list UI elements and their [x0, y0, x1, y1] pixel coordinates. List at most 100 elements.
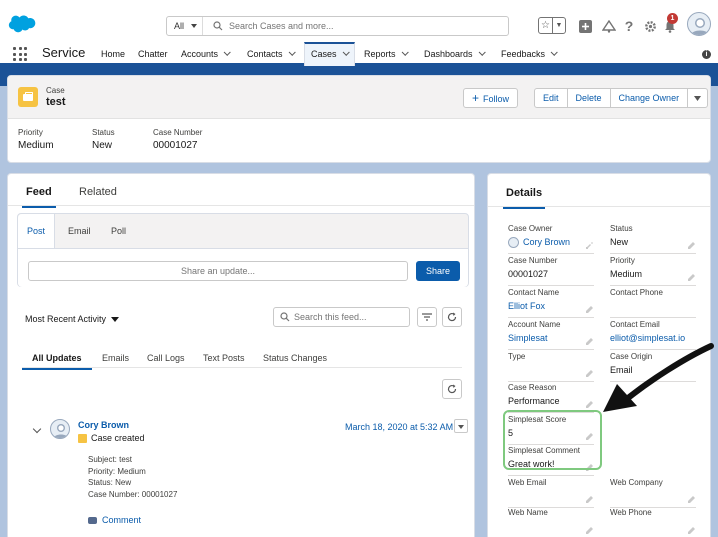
refresh-posts-button[interactable] [442, 379, 462, 399]
chevron-down-icon[interactable] [32, 424, 42, 434]
follow-button[interactable]: + Follow [464, 89, 517, 107]
tab-details[interactable]: Details [502, 187, 546, 209]
info-icon[interactable]: i [702, 50, 711, 59]
edit-pencil-icon[interactable] [688, 273, 696, 281]
post-actions-dropdown[interactable] [454, 419, 468, 433]
nav-item-label: Contacts [247, 49, 283, 59]
trailhead-icon[interactable] [600, 17, 618, 35]
filter-tab-emails[interactable]: Emails [102, 353, 129, 363]
divider [22, 367, 462, 368]
nav-item-home[interactable]: Home [101, 42, 125, 66]
nav-item-cases[interactable]: Cases [304, 42, 355, 66]
post-detail-line: Case Number: 00001027 [88, 489, 178, 499]
chevron-down-icon[interactable] [401, 48, 409, 56]
edit-pencil-icon[interactable] [586, 369, 594, 377]
sort-dropdown[interactable]: Most Recent Activity [25, 314, 120, 324]
chevron-down-icon[interactable] [223, 48, 231, 56]
annotation-arrow-icon [603, 343, 714, 412]
change-owner-button[interactable]: Change Owner [611, 89, 689, 107]
edit-pencil-icon[interactable] [586, 495, 594, 503]
publisher-tab-email[interactable]: Email [68, 226, 91, 236]
nav-item-accounts[interactable]: Accounts [181, 42, 231, 66]
field-value: Performance [508, 396, 560, 406]
field-account-name: Account Name Simplesat [508, 320, 594, 350]
gear-icon[interactable] [641, 17, 659, 35]
nav-item-contacts[interactable]: Contacts [247, 42, 296, 66]
nav-item-reports[interactable]: Reports [364, 42, 409, 66]
filter-tab-text-posts[interactable]: Text Posts [203, 353, 245, 363]
nav-item-dashboards[interactable]: Dashboards [424, 42, 486, 66]
favorites-dropdown-icon[interactable]: ▼ [553, 22, 565, 29]
contact-name-link[interactable]: Elliot Fox [508, 301, 594, 311]
post-timestamp-link[interactable]: March 18, 2020 at 5:32 AM [345, 422, 453, 432]
follow-button-group: + Follow [463, 88, 519, 108]
search-scope-select[interactable]: All [167, 17, 203, 35]
chevron-down-icon[interactable] [342, 48, 350, 56]
user-avatar[interactable] [687, 12, 711, 36]
chevron-down-icon[interactable] [550, 48, 558, 56]
highlight-status: Status New [92, 128, 115, 151]
field-label: Web Company [610, 478, 663, 487]
change-owner-icon[interactable] [586, 241, 594, 249]
field-value[interactable]: Cory Brown [508, 237, 594, 249]
filter-tab-status-changes[interactable]: Status Changes [263, 353, 327, 363]
account-name-link[interactable]: Simplesat [508, 333, 594, 343]
nav-item-feedbacks[interactable]: Feedbacks [501, 42, 558, 66]
edit-pencil-icon[interactable] [586, 337, 594, 345]
edit-button[interactable]: Edit [535, 89, 568, 107]
nav-item-chatter[interactable]: Chatter [138, 42, 168, 66]
field-web-name: Web Name [508, 508, 594, 537]
refresh-feed-button[interactable] [442, 307, 462, 327]
tab-related[interactable]: Related [79, 186, 117, 198]
action-button-group: Edit Delete Change Owner [534, 88, 709, 108]
tab-feed[interactable]: Feed [22, 186, 56, 208]
post-detail-line: Status: New [88, 478, 132, 487]
filter-feed-button[interactable] [417, 307, 437, 327]
author-avatar[interactable] [50, 419, 70, 439]
chevron-down-icon[interactable] [478, 48, 486, 56]
filter-icon [422, 313, 432, 321]
refresh-icon [447, 384, 457, 394]
owner-avatar [508, 237, 519, 249]
filter-tab-call-logs[interactable]: Call Logs [147, 353, 185, 363]
edit-pencil-icon[interactable] [586, 526, 594, 534]
edit-pencil-icon[interactable] [586, 400, 594, 408]
edit-pencil-icon[interactable] [688, 241, 696, 249]
share-update-input[interactable] [28, 261, 408, 281]
edit-pencil-icon[interactable] [688, 495, 696, 503]
global-search-input[interactable] [229, 19, 499, 33]
post-author-link[interactable]: Cory Brown [78, 420, 129, 430]
filter-tab-all-updates[interactable]: All Updates [22, 353, 91, 370]
feed-search-input[interactable] [294, 311, 404, 323]
simplesat-fields-highlight [503, 410, 602, 470]
case-owner-link[interactable]: Cory Brown [523, 237, 570, 247]
nav-item-label: Cases [311, 49, 337, 59]
publisher-tab-poll[interactable]: Poll [111, 226, 126, 236]
chevron-down-icon[interactable] [288, 48, 296, 56]
post-action: Case created [78, 433, 145, 444]
field-value: Medium [610, 269, 643, 279]
field-contact-phone: Contact Phone [610, 288, 696, 318]
highlight-value: Medium [18, 140, 54, 151]
field-label: Contact Phone [610, 288, 663, 297]
case-icon [78, 434, 87, 444]
add-icon[interactable] [576, 17, 594, 35]
comment-button[interactable]: Comment [88, 515, 141, 525]
salesforce-logo-icon[interactable] [8, 14, 36, 34]
caret-down-icon [111, 317, 120, 323]
field-status: Status New [610, 224, 696, 254]
global-search[interactable]: All [166, 16, 509, 36]
feed-search[interactable] [273, 307, 410, 327]
favorites-button-group[interactable]: ☆ ▼ [538, 17, 566, 34]
delete-button[interactable]: Delete [568, 89, 611, 107]
more-actions-button[interactable] [688, 89, 707, 107]
help-icon[interactable]: ? [620, 17, 638, 35]
publisher-body: Share [18, 248, 468, 287]
edit-pencil-icon[interactable] [688, 526, 696, 534]
star-icon[interactable]: ☆ [539, 18, 553, 33]
edit-pencil-icon[interactable] [586, 305, 594, 313]
publisher-tabs: Post Email Poll [18, 214, 468, 248]
share-button[interactable]: Share [416, 261, 460, 281]
publisher-tab-post[interactable]: Post [18, 214, 55, 248]
app-launcher-icon[interactable] [13, 47, 27, 61]
